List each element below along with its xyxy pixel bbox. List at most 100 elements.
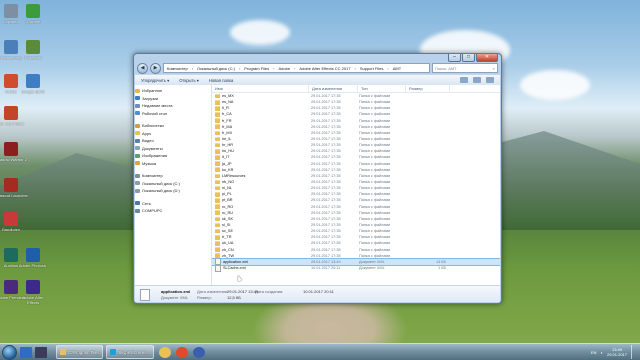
folder-icon [215,185,220,191]
nav-item[interactable]: Компьютер [135,172,211,180]
volume-icon[interactable]: ◖ [601,350,603,355]
desktop-icon[interactable]: Bandicam [0,212,28,232]
file-name: hr_HR [222,143,233,148]
file-name: ru_RU [222,210,233,215]
nav-item[interactable]: COMPUPC [135,207,211,215]
nav-item[interactable]: Видео [135,137,211,145]
file-name: fr_MX [222,130,233,135]
app-icon [26,74,40,88]
nav-item[interactable]: Загрузки [135,95,211,103]
pinned-app-icon[interactable] [35,346,47,358]
nav-item[interactable]: Сеть [135,200,211,208]
desktop-icon-label: Google Earth [21,89,45,94]
folder-icon [215,136,220,142]
title-bar[interactable]: – □ ✕ [134,54,501,62]
file-date: 29.01.2017 17:35 [311,198,341,203]
preview-pane-icon[interactable] [473,77,481,83]
nav-item[interactable]: Локальный диск (D:) [135,187,211,195]
file-name-cell: SLCache.xml [212,264,308,272]
pinned-app-icon[interactable] [20,346,32,358]
drive-icon [135,181,140,186]
column-name[interactable]: Имя [212,85,309,92]
search-input[interactable]: Поиск: AMT ⌕ [432,63,498,73]
column-date[interactable]: Дата изменения [309,85,358,92]
language-indicator[interactable]: EN [591,350,597,355]
taskbar-task-button[interactable]: Skype Если не... [106,345,155,359]
file-name-cell: hr_HR [212,142,308,148]
taskbar-task-button[interactable]: C:\Program Files [56,345,104,359]
pinned-app-icon[interactable] [159,346,172,358]
folder-icon [215,192,220,197]
nav-item[interactable]: Рабочий стол [135,110,211,118]
nav-item[interactable]: Избранное [135,87,211,95]
file-date: 29.01.2017 17:35 [311,235,341,240]
address-bar[interactable]: Компьютер › Локальный диск (C:) › Program Fi… [163,63,430,73]
desktop-icon[interactable]: Google Earth [16,74,50,94]
pinned-app-icon[interactable] [193,346,206,358]
address-row: ◀ ▶ Компьютер › Локальный диск (C:) › Progra… [134,62,501,74]
file-type: Документ XML [359,259,385,264]
file-type: Папка с файлами [359,253,391,258]
help-icon[interactable] [486,77,494,83]
nav-item[interactable]: Изображения [135,152,211,160]
file-type: Папка с файлами [359,204,391,209]
file-date: 29.01.2017 17:35 [311,216,341,221]
file-name: es_MX [222,94,234,99]
app-icon [4,212,18,226]
column-size[interactable]: Размер [406,85,450,92]
desktop-icon[interactable]: Adobe Photosh. [16,248,50,268]
computer-icon [135,173,140,178]
folder-icon [215,179,220,185]
breadcrumb-item[interactable]: Компьютер [167,66,188,71]
close-button[interactable]: ✕ [476,54,498,62]
desktop-icon[interactable]: Adobe After Effects [16,280,50,305]
desktop-icon[interactable]: Crossout Launcher [0,178,28,198]
organize-button[interactable]: Упорядочить ▾ [141,78,169,83]
desktop-icon[interactable]: Shadow Warrior 2 [0,142,28,162]
column-type[interactable]: Тип [358,85,406,92]
desktop-icon[interactable]: Far Cry Primal [0,106,28,126]
nav-item[interactable]: Библиотеки [135,122,211,130]
nav-item[interactable]: Локальный диск (C:) [135,180,211,188]
minimize-button[interactable]: – [448,54,461,62]
explorer-window[interactable]: – □ ✕ ◀ ▶ Компьютер › Локальный диск (C:) ›… [133,53,502,304]
folder-icon [215,149,220,154]
system-tray: EN ◖ 13:49 29.01.2017 [591,345,637,359]
nav-item-label: Библиотеки [142,123,164,129]
maximize-button[interactable]: □ [462,54,475,62]
folder-icon [215,112,220,117]
forward-button[interactable]: ▶ [150,62,161,74]
show-desktop-button[interactable] [631,345,637,359]
file-name: fi_FI [222,106,230,111]
nav-item[interactable]: Музыка [135,160,211,168]
breadcrumb-item[interactable]: Support Files [360,66,384,71]
back-button[interactable]: ◀ [137,62,148,74]
desktop-icon[interactable]: µTorrent [16,4,50,24]
open-button[interactable]: Открыть ▾ [179,78,199,83]
clock[interactable]: 13:49 29.01.2017 [607,347,627,357]
breadcrumb-item[interactable]: AMT [393,66,401,71]
recent-places-icon [135,103,140,108]
nav-item-label: Видео [142,138,154,144]
breadcrumb-item[interactable]: Adobe After Effects CC 2017 [299,66,350,71]
file-row[interactable]: SLCache.xml 10.01.2017 20:11 Документ XML 1… [212,264,500,272]
breadcrumb-item[interactable]: Program Files [244,66,269,71]
nav-item-label: Документы [142,145,163,151]
command-bar: Упорядочить ▾ Открыть ▾ Новая папка [135,74,500,85]
breadcrumb-item[interactable]: Локальный диск (C:) [197,66,235,71]
file-name-cell: es_MX [212,93,308,99]
view-options-icon[interactable] [460,77,468,83]
nav-item[interactable]: Документы [135,145,211,153]
pinned-app-icon[interactable] [176,346,189,358]
nav-item[interactable]: Недавние места [135,102,211,110]
desktop-icon-label: Shadow Warrior 2 [0,157,27,162]
new-folder-button[interactable]: Новая папка [209,78,233,83]
start-button[interactable] [2,344,17,360]
folder-icon [215,130,220,136]
nav-item[interactable]: Apps [135,130,211,138]
desktop-icon[interactable]: Minecraft [16,40,50,60]
breadcrumb-item[interactable]: Adobe [279,66,291,71]
file-date: 29.01.2017 17:35 [311,106,341,111]
xml-file-icon [140,289,150,301]
file-name: sk_SK [222,216,233,221]
